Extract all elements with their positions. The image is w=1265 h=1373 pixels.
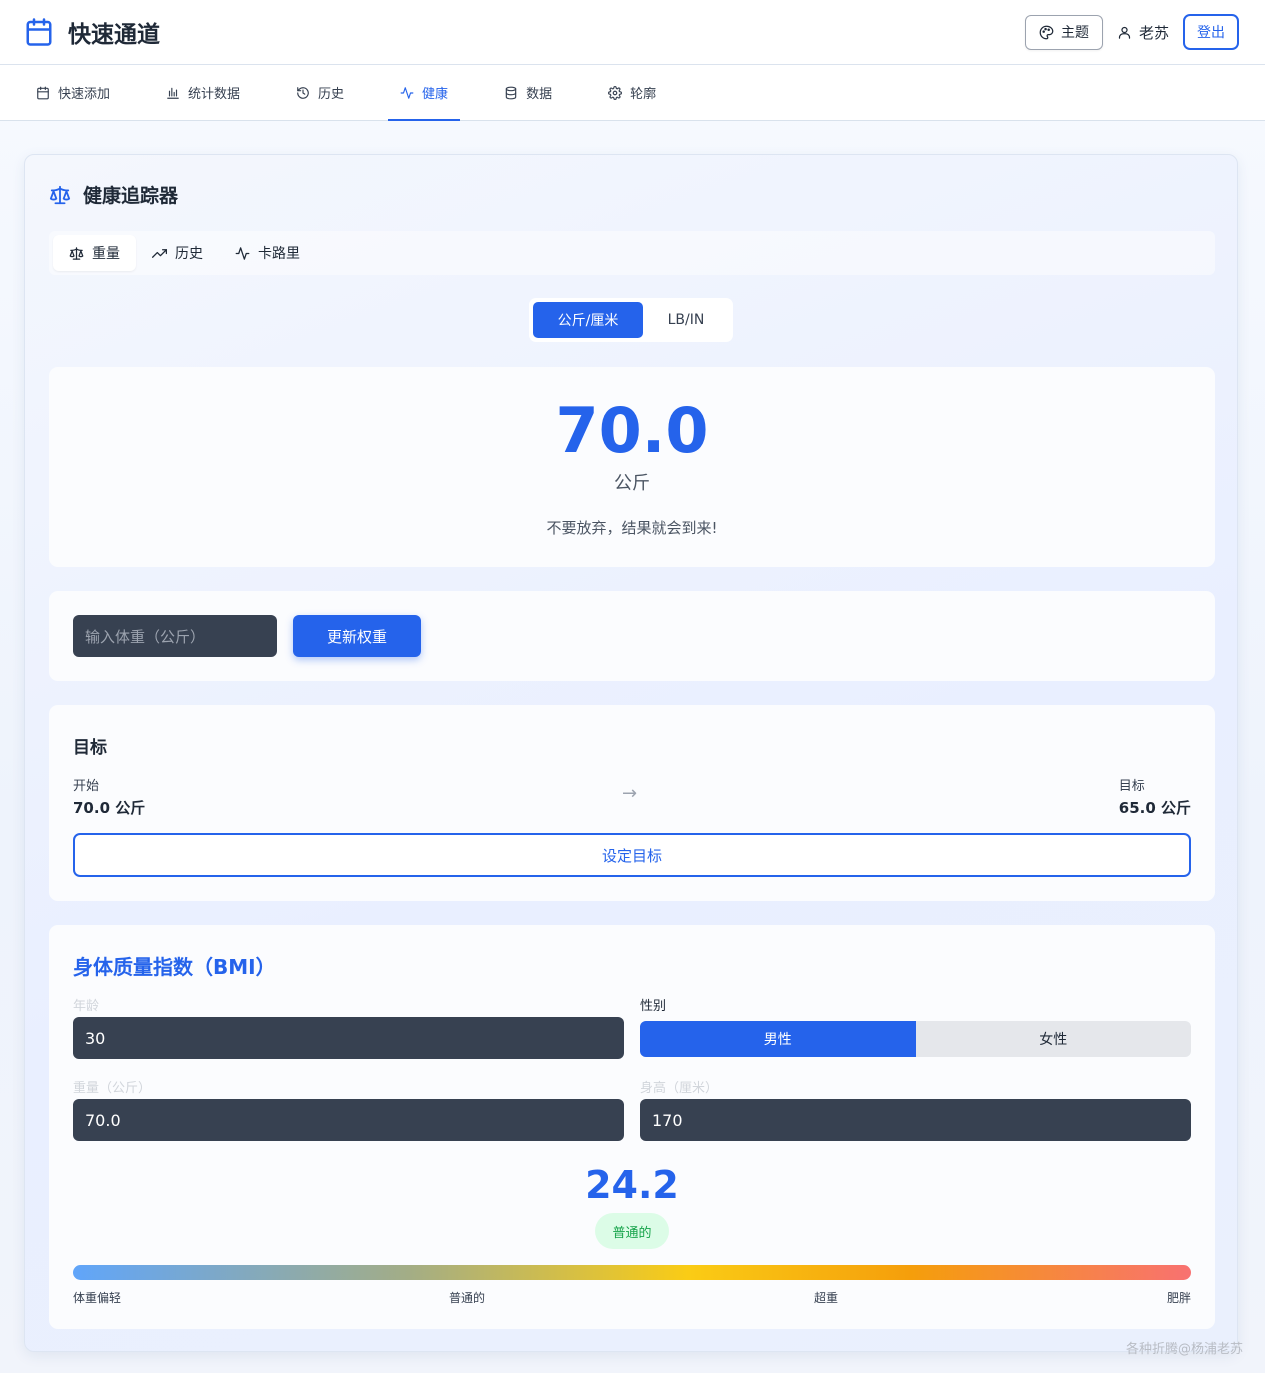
- logout-button[interactable]: 登出: [1183, 14, 1239, 50]
- nav-item-health[interactable]: 健康: [388, 65, 461, 121]
- palette-icon: [1039, 25, 1054, 39]
- goal-start-label: 开始: [73, 779, 100, 794]
- weight-input[interactable]: 输入体重（公斤）: [73, 615, 277, 657]
- set-goal-button[interactable]: 设定目标: [73, 833, 1191, 877]
- nav-label: 健康: [422, 87, 449, 102]
- activity-icon: [235, 246, 250, 260]
- tab-calories[interactable]: 卡路里: [219, 235, 316, 271]
- health-tracker-card: 健康追踪器 重量 历史 卡路里 公斤/厘米 LB/IN 70.0 公斤 不要放弃…: [24, 154, 1238, 1352]
- database-icon: [505, 86, 517, 99]
- nav-item-profile[interactable]: 轮廓: [596, 65, 668, 120]
- unit-metric-button[interactable]: 公斤/厘米: [533, 302, 643, 338]
- scale-icon: [49, 185, 71, 204]
- bmi-scale-obese: 肥胖: [1166, 1291, 1191, 1305]
- watermark: 各种折腾@杨浦老苏: [1125, 1342, 1243, 1357]
- goal-target-label: 目标: [1118, 779, 1145, 794]
- bmi-scale-underweight: 体重偏轻: [73, 1291, 122, 1305]
- height-input[interactable]: 170: [640, 1099, 1191, 1141]
- motivation-text: 不要放弃，结果就会到来!: [546, 519, 718, 537]
- bmi-value: 24.2: [585, 1163, 679, 1207]
- theme-label: 主题: [1060, 25, 1089, 41]
- goal-start-value: 70.0 公斤: [73, 799, 146, 817]
- tab-weight[interactable]: 重量: [53, 235, 136, 271]
- tab-label: 重量: [92, 246, 120, 262]
- gender-male-button[interactable]: 男性: [640, 1021, 916, 1057]
- age-label: 年龄: [73, 999, 100, 1014]
- nav-label: 数据: [526, 87, 553, 102]
- calendar-icon: [37, 86, 49, 99]
- history-icon: [297, 86, 309, 99]
- current-weight-unit: 公斤: [614, 473, 650, 494]
- nav-item-quick-add[interactable]: 快速添加: [24, 65, 122, 120]
- goal-title: 目标: [73, 738, 107, 758]
- bmi-panel: 身体质量指数（BMI） 年龄 30 性别 男性 女性 重量（公斤） 70.0 身…: [49, 925, 1215, 1329]
- nav-label: 统计数据: [188, 87, 241, 102]
- tab-label: 卡路里: [258, 246, 300, 262]
- brand[interactable]: 快速通道: [24, 15, 160, 49]
- current-weight-panel: 70.0 公斤 不要放弃，结果就会到来!: [49, 367, 1215, 567]
- gear-icon: [608, 85, 623, 100]
- bmi-category-badge: 普通的: [595, 1213, 669, 1249]
- height-label: 身高（厘米）: [640, 1081, 719, 1096]
- update-weight-button[interactable]: 更新权重: [293, 615, 421, 657]
- user-icon: [1118, 26, 1131, 39]
- gender-toggle: 男性 女性: [640, 1021, 1191, 1057]
- bmi-scale-overweight: 超重: [814, 1291, 839, 1305]
- weight-input-panel: 输入体重（公斤） 更新权重: [49, 591, 1215, 681]
- nav-label: 历史: [318, 87, 345, 102]
- theme-button[interactable]: 主题: [1024, 14, 1103, 50]
- goal-start: 开始 70.0 公斤: [73, 775, 145, 818]
- nav-label: 快速添加: [58, 87, 111, 102]
- unit-imperial-button[interactable]: LB/IN: [643, 302, 729, 338]
- top-header: 快速通道 主题 老苏 登出: [0, 0, 1265, 65]
- bmi-scale-bar: [73, 1265, 1191, 1280]
- bmi-weight-label: 重量（公斤）: [73, 1081, 152, 1096]
- nav-label: 轮廓: [630, 87, 657, 102]
- activity-icon: [400, 86, 414, 99]
- arrow-right-icon: →: [622, 783, 638, 804]
- bmi-weight-input[interactable]: 70.0: [73, 1099, 624, 1141]
- current-weight-value: 70.0: [555, 394, 709, 467]
- main-nav: 快速添加 统计数据 历史 健康 数据 轮廓: [0, 65, 1265, 121]
- goal-target: 目标 65.0 公斤: [1119, 775, 1191, 818]
- app-title: 快速通道: [68, 22, 160, 48]
- gender-female-button[interactable]: 女性: [916, 1021, 1192, 1057]
- tracker-tabs: 重量 历史 卡路里: [49, 231, 1215, 275]
- user-name: 老苏: [1138, 23, 1169, 42]
- card-title: 健康追踪器: [49, 181, 178, 208]
- scale-icon: [69, 246, 84, 260]
- bmi-scale-normal: 普通的: [449, 1291, 486, 1305]
- gender-label: 性别: [640, 999, 667, 1014]
- tracker-title: 健康追踪器: [83, 185, 179, 207]
- tab-label: 历史: [175, 246, 203, 262]
- bar-chart-icon: [167, 87, 179, 99]
- tab-history[interactable]: 历史: [136, 235, 219, 271]
- trending-up-icon: [152, 248, 167, 258]
- goal-panel: 目标 开始 70.0 公斤 → 目标 65.0 公斤 设定目标: [49, 705, 1215, 901]
- header-actions: 主题 老苏 登出: [1024, 14, 1239, 50]
- calendar-icon: [26, 18, 52, 46]
- nav-item-stats[interactable]: 统计数据: [154, 65, 252, 120]
- age-input[interactable]: 30: [73, 1017, 624, 1059]
- goal-target-value: 65.0 公斤: [1118, 799, 1191, 817]
- nav-item-history[interactable]: 历史: [284, 65, 356, 120]
- nav-item-data[interactable]: 数据: [492, 65, 564, 120]
- unit-toggle: 公斤/厘米 LB/IN: [529, 298, 733, 342]
- user-menu[interactable]: 老苏: [1117, 22, 1169, 43]
- bmi-title: 身体质量指数（BMI）: [73, 955, 276, 979]
